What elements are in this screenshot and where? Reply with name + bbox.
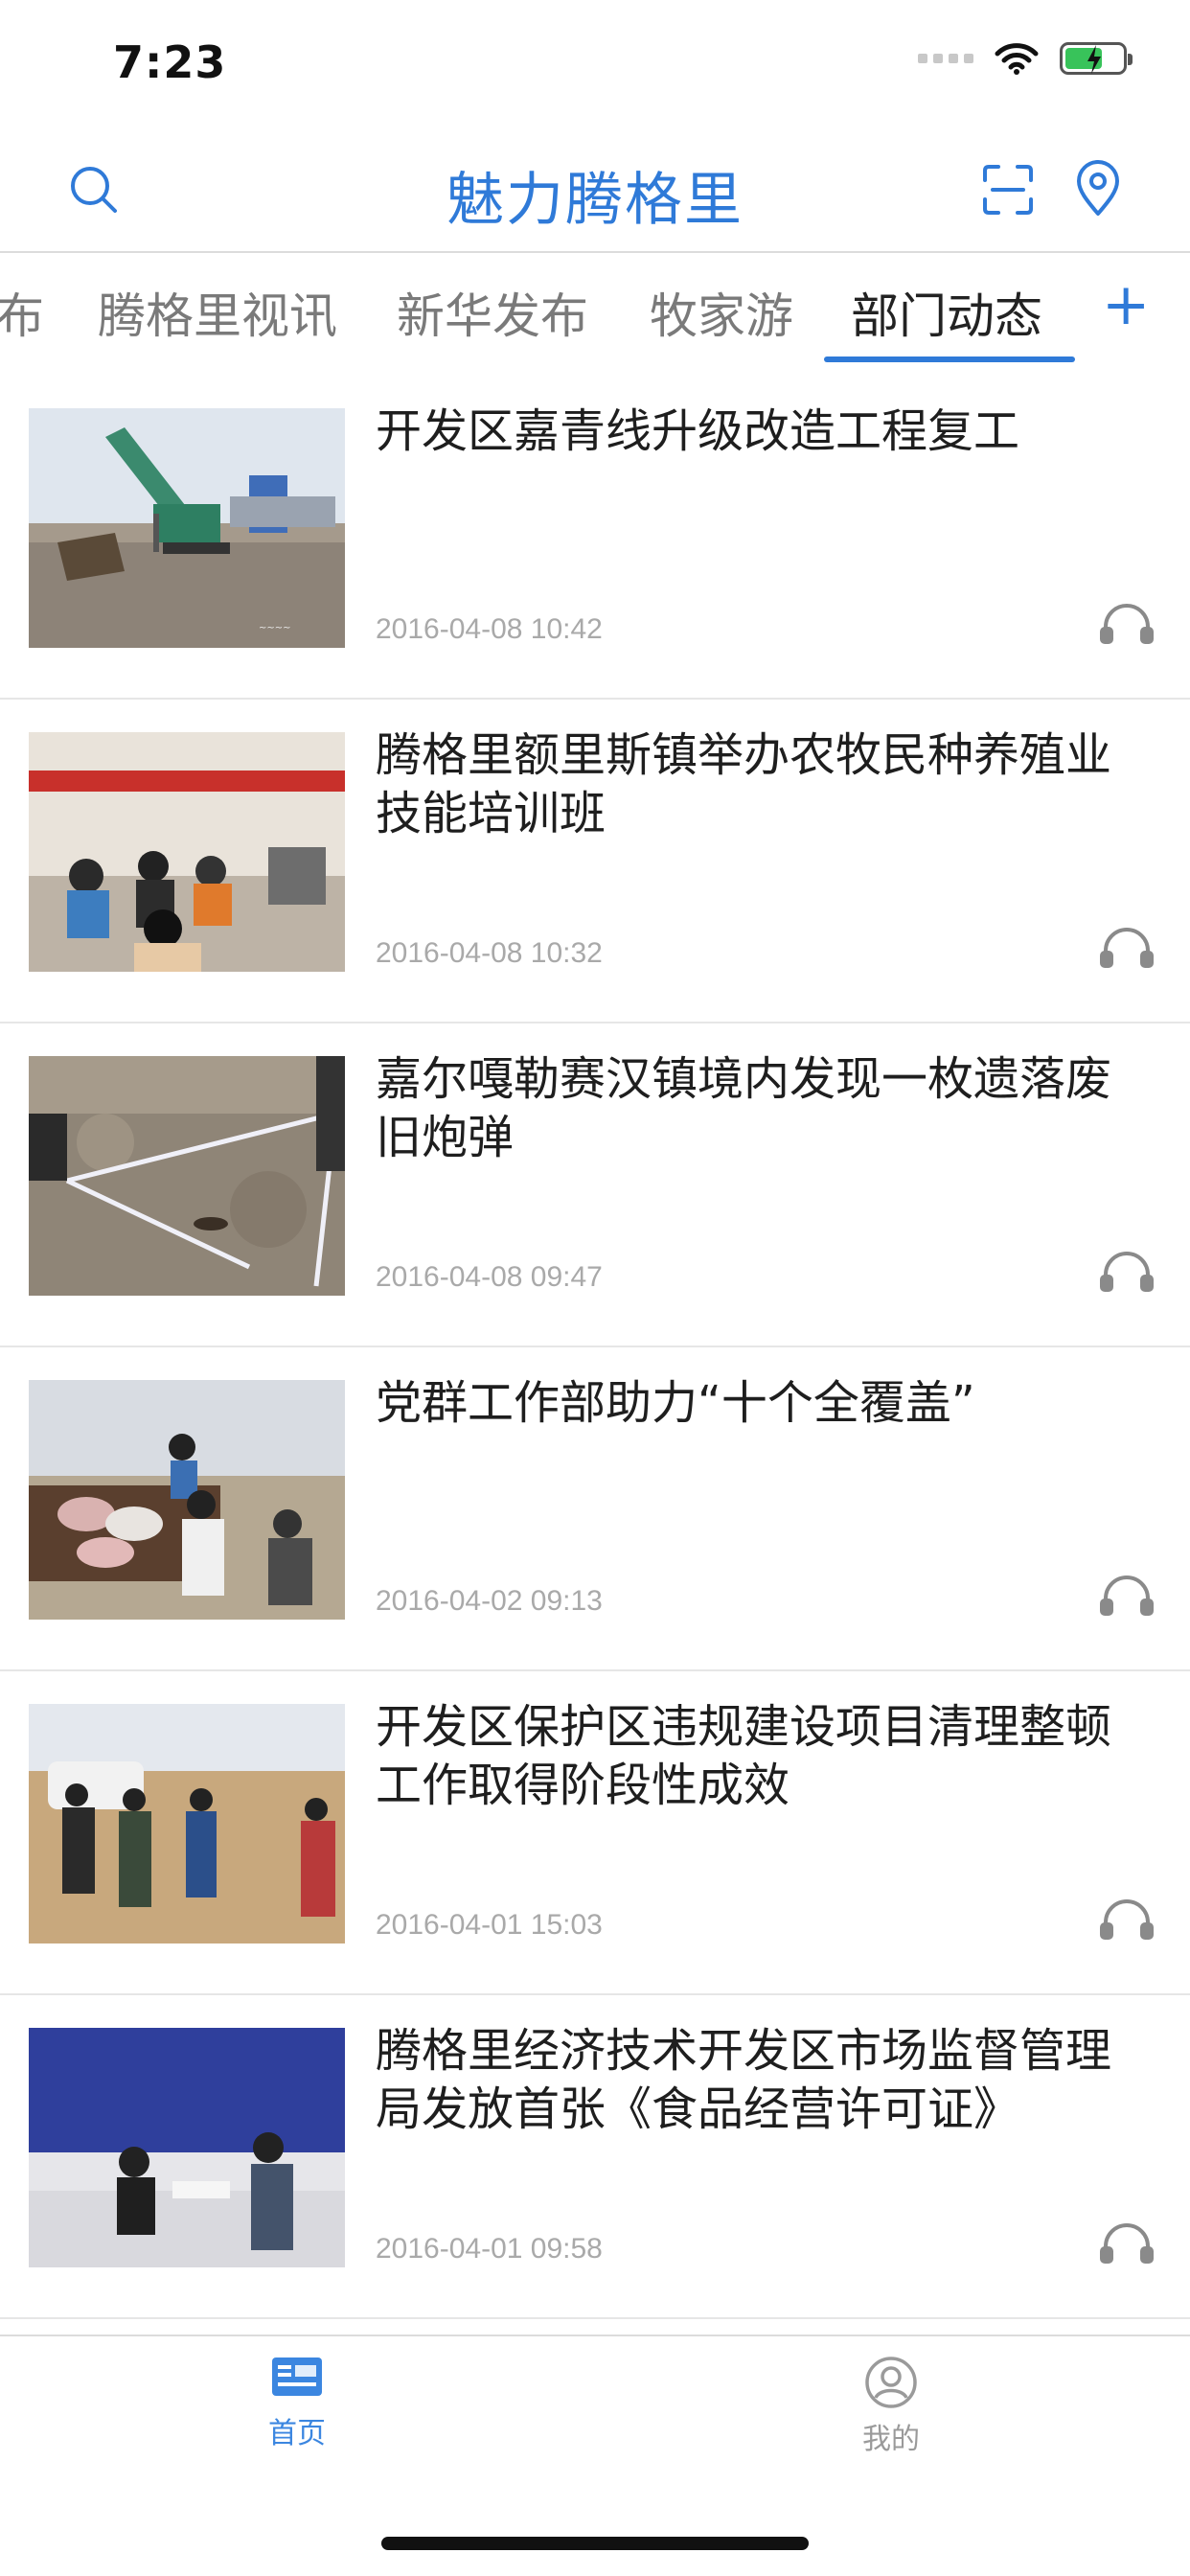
news-title: 党群工作部助力“十个全覆盖”: [376, 1376, 975, 1430]
headphones-icon[interactable]: [1098, 1896, 1156, 1944]
scan-icon[interactable]: [977, 159, 1039, 220]
news-date: 2016-04-01 09:58: [376, 2233, 603, 2265]
news-item[interactable]: ~~~~ 开发区嘉青线升级改造工程复工 2016-04-08 10:42: [0, 376, 1190, 700]
news-title: 开发区嘉青线升级改造工程复工: [376, 404, 1020, 458]
status-time: 7:23: [113, 36, 227, 88]
news-title: 腾格里经济技术开发区市场监督管理局发放首张《食品经营许可证》: [376, 2024, 1112, 2136]
add-channel-button[interactable]: +: [1102, 276, 1150, 334]
news-list: ~~~~ 开发区嘉青线升级改造工程复工 2016-04-08 10:42 腾格里…: [0, 376, 1190, 2319]
news-thumbnail: [29, 2028, 345, 2267]
status-indicators: [918, 42, 1133, 75]
news-date: 2016-04-02 09:13: [376, 1585, 603, 1617]
news-date: 2016-04-08 10:32: [376, 937, 603, 969]
tab-department-news[interactable]: 部门动态: [851, 278, 1042, 347]
news-thumbnail: [29, 1704, 345, 1944]
news-item[interactable]: 腾格里额里斯镇举办农牧民种养殖业技能培训班 2016-04-08 10:32: [0, 700, 1190, 1024]
headphones-icon[interactable]: [1098, 2220, 1156, 2267]
news-title: 嘉尔嘎勒赛汉镇境内发现一枚遗落废旧炮弹: [376, 1052, 1112, 1164]
channel-tabs: 布 腾格里视讯 新华发布 牧家游 部门动态 +: [0, 253, 1190, 372]
signal-icon: [918, 54, 973, 63]
tab-mujiayou[interactable]: 牧家游: [650, 278, 793, 347]
headphones-icon[interactable]: [1098, 1248, 1156, 1296]
news-item[interactable]: 腾格里经济技术开发区市场监督管理局发放首张《食品经营许可证》 2016-04-0…: [0, 1995, 1190, 2319]
news-thumbnail: ~~~~: [29, 408, 345, 648]
svg-text:~~~~: ~~~~: [259, 623, 291, 633]
tab-mine[interactable]: 我的: [795, 2356, 987, 2457]
headphones-icon[interactable]: [1098, 600, 1156, 648]
tab-xinhua[interactable]: 新华发布: [397, 278, 588, 347]
tab-mine-label: 我的: [862, 2423, 920, 2456]
wifi-icon: [995, 43, 1039, 75]
news-thumbnail: [29, 1056, 345, 1296]
news-date: 2016-04-08 10:42: [376, 613, 603, 645]
app-header: 魅力腾格里: [0, 126, 1190, 253]
tab-home[interactable]: 首页: [201, 2356, 393, 2451]
active-tab-indicator: [824, 356, 1075, 362]
news-icon: [272, 2358, 322, 2396]
location-icon[interactable]: [1069, 155, 1127, 220]
news-date: 2016-04-08 09:47: [376, 1261, 603, 1293]
headphones-icon[interactable]: [1098, 924, 1156, 972]
news-thumbnail: [29, 1380, 345, 1620]
user-icon: [865, 2357, 917, 2408]
headphones-icon[interactable]: [1098, 1572, 1156, 1620]
news-title: 腾格里额里斯镇举办农牧民种养殖业技能培训班: [376, 728, 1112, 840]
news-title: 开发区保护区违规建设项目清理整顿工作取得阶段性成效: [376, 1700, 1112, 1812]
news-item[interactable]: 党群工作部助力“十个全覆盖” 2016-04-02 09:13: [0, 1347, 1190, 1671]
news-item[interactable]: 开发区保护区违规建设项目清理整顿工作取得阶段性成效 2016-04-01 15:…: [0, 1671, 1190, 1995]
battery-icon: [1060, 42, 1133, 75]
tab-tenggeli-video[interactable]: 腾格里视讯: [98, 278, 337, 347]
news-thumbnail: [29, 732, 345, 972]
news-item[interactable]: 嘉尔嘎勒赛汉镇境内发现一枚遗落废旧炮弹 2016-04-08 09:47: [0, 1024, 1190, 1347]
status-bar: 7:23: [0, 0, 1190, 126]
tab-home-label: 首页: [268, 2417, 326, 2450]
tab-partial[interactable]: 布: [0, 278, 44, 347]
home-indicator: [381, 2537, 809, 2550]
news-date: 2016-04-01 15:03: [376, 1909, 603, 1941]
